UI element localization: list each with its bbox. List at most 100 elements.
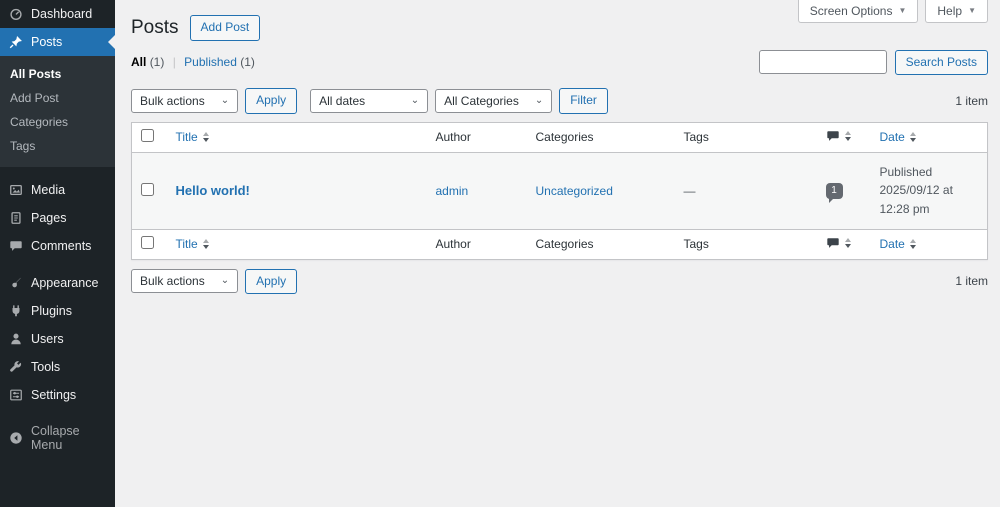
- sort-by-comments-link[interactable]: [826, 236, 851, 250]
- sidebar-item-label: Comments: [31, 239, 92, 253]
- post-status: Published: [879, 164, 933, 179]
- sidebar-item-label: Appearance: [31, 276, 99, 290]
- filter-button[interactable]: Filter: [559, 88, 608, 114]
- search-posts-button[interactable]: Search Posts: [894, 49, 988, 76]
- tablenav-bottom: Bulk actions ⌄ Apply 1 item: [131, 268, 988, 295]
- sidebar-item-label: Users: [31, 332, 64, 346]
- post-author-link[interactable]: admin: [436, 184, 469, 198]
- post-title-link[interactable]: Hello world!: [176, 183, 250, 198]
- pages-icon: [9, 211, 23, 225]
- posts-submenu: All Posts Add Post Categories Tags: [0, 56, 115, 167]
- dates-filter-select[interactable]: All dates ⌄: [310, 88, 429, 113]
- posts-table-header: Title Author Categories Tags Date: [132, 122, 988, 152]
- sidebar-item-categories[interactable]: Categories: [0, 110, 115, 134]
- tablenav-top-actions: Bulk actions ⌄ Apply All dates ⌄ All Cat…: [131, 88, 608, 114]
- column-date-label: Date: [879, 237, 905, 252]
- sort-by-date-link[interactable]: Date: [880, 130, 916, 144]
- sidebar-item-add-post[interactable]: Add Post: [0, 86, 115, 110]
- sidebar-item-label: Posts: [31, 35, 63, 49]
- bulk-actions-select[interactable]: Bulk actions ⌄: [131, 88, 239, 113]
- posts-table-footer: Title Author Categories Tags Date: [132, 229, 988, 259]
- admin-sidebar: Dashboard Posts All Posts Add Post Categ…: [0, 0, 115, 507]
- sort-by-date-link[interactable]: Date: [880, 237, 916, 251]
- items-count: 1 item: [955, 274, 988, 289]
- bulk-actions-value: Bulk actions: [140, 93, 205, 108]
- sort-by-title-link[interactable]: Title: [176, 130, 209, 144]
- row-checkbox[interactable]: [141, 182, 154, 196]
- post-date-cell: Published 2025/09/12 at 12:28 pm: [870, 152, 988, 229]
- sidebar-item-tools[interactable]: Tools: [0, 353, 115, 381]
- select-all-checkbox[interactable]: [141, 129, 154, 143]
- chevron-down-icon: ▼: [898, 6, 907, 15]
- active-item-arrow: [108, 35, 115, 49]
- chevron-down-icon: ⌄: [410, 94, 420, 106]
- chevron-down-icon: ▼: [968, 6, 976, 15]
- chevron-down-icon: ⌄: [220, 275, 230, 287]
- search-input[interactable]: [758, 50, 887, 75]
- column-tags-label: Tags: [683, 130, 709, 145]
- post-status-filters: All (1) | Published (1): [131, 55, 255, 69]
- sidebar-item-label: Pages: [31, 211, 67, 225]
- categories-filter-select[interactable]: All Categories ⌄: [435, 88, 553, 113]
- screen-options-label: Screen Options: [809, 4, 893, 18]
- filter-published-link[interactable]: Published: [184, 55, 237, 69]
- filter-all-link[interactable]: All: [131, 55, 146, 69]
- table-row: Hello world! admin Uncategorized — 1 Pub…: [131, 152, 988, 230]
- sidebar-item-appearance[interactable]: Appearance: [0, 269, 115, 297]
- search-box: Search Posts: [758, 49, 988, 76]
- post-category-link[interactable]: Uncategorized: [536, 184, 613, 198]
- column-categories-label: Categories: [535, 130, 594, 145]
- categories-filter-value: All Categories: [444, 93, 519, 108]
- page-title: Posts: [131, 16, 179, 38]
- column-title-label: Title: [175, 237, 198, 252]
- sort-arrows-icon: [202, 132, 209, 143]
- apply-button[interactable]: Apply: [245, 88, 298, 114]
- help-label: Help: [937, 4, 963, 18]
- comments-icon: [9, 239, 23, 253]
- sidebar-item-comments[interactable]: Comments: [0, 232, 115, 260]
- column-date-label: Date: [879, 130, 905, 145]
- filter-separator: |: [172, 55, 176, 70]
- column-author-label: Author: [435, 130, 471, 145]
- sort-by-title-link[interactable]: Title: [176, 237, 209, 251]
- sidebar-item-plugins[interactable]: Plugins: [0, 297, 115, 325]
- comment-count-badge[interactable]: 1: [825, 183, 843, 204]
- sidebar-item-all-posts[interactable]: All Posts: [0, 62, 115, 86]
- main-content: Screen Options ▼ Help ▼ Posts Add Post A…: [115, 0, 1000, 507]
- sidebar-item-pages[interactable]: Pages: [0, 204, 115, 232]
- collapse-menu-button[interactable]: Collapse Menu: [0, 417, 115, 459]
- sort-arrows-icon: [909, 239, 916, 250]
- sort-by-comments-link[interactable]: [826, 129, 851, 143]
- user-icon: [9, 332, 23, 346]
- views-and-search-row: All (1) | Published (1) Search Posts: [131, 49, 988, 76]
- bulk-actions-value: Bulk actions: [140, 274, 205, 289]
- sidebar-item-users[interactable]: Users: [0, 325, 115, 353]
- plug-icon: [9, 304, 23, 318]
- screen-options-button[interactable]: Screen Options ▼: [797, 0, 919, 23]
- sidebar-item-label: Media: [31, 183, 66, 197]
- sidebar-item-tags[interactable]: Tags: [0, 134, 115, 158]
- chevron-down-icon: ⌄: [534, 94, 544, 106]
- sidebar-item-dashboard[interactable]: Dashboard: [0, 0, 115, 28]
- sidebar-item-label: Tools: [31, 360, 61, 374]
- sort-arrows-icon: [909, 132, 916, 143]
- sidebar-item-label: Dashboard: [31, 7, 93, 21]
- menu-separator: [0, 260, 115, 269]
- items-count: 1 item: [955, 93, 988, 108]
- help-button[interactable]: Help ▼: [925, 0, 988, 23]
- post-tags-empty: —: [683, 183, 696, 198]
- sidebar-item-settings[interactable]: Settings: [0, 381, 115, 409]
- sidebar-item-posts[interactable]: Posts: [0, 28, 115, 56]
- sidebar-item-label: Plugins: [31, 304, 72, 318]
- collapse-arrow-icon: [9, 431, 23, 445]
- select-all-checkbox[interactable]: [141, 236, 154, 250]
- paintbrush-icon: [9, 276, 23, 290]
- wrench-icon: [9, 360, 23, 374]
- sidebar-item-media[interactable]: Media: [0, 176, 115, 204]
- apply-button[interactable]: Apply: [245, 268, 298, 295]
- post-date: 2025/09/12 at 12:28 pm: [879, 183, 953, 216]
- add-post-button[interactable]: Add Post: [189, 15, 261, 41]
- comment-bubble-icon: [826, 129, 840, 143]
- bulk-actions-select[interactable]: Bulk actions ⌄: [131, 269, 239, 294]
- sidebar-item-label: Collapse Menu: [31, 424, 80, 452]
